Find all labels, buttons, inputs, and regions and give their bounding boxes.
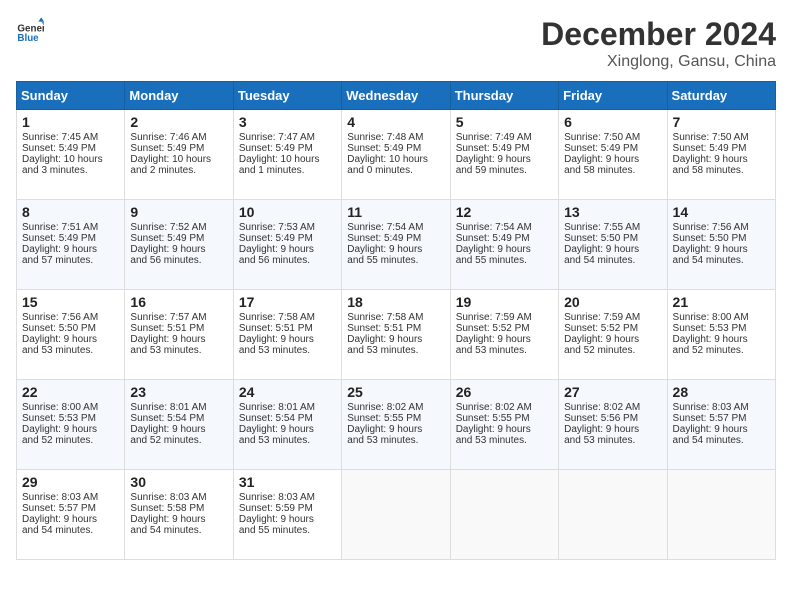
calendar-cell: 26 Sunrise: 8:02 AM Sunset: 5:55 PM Dayl… xyxy=(450,380,558,470)
logo: General Blue xyxy=(16,16,44,44)
calendar-week-row: 15 Sunrise: 7:56 AM Sunset: 5:50 PM Dayl… xyxy=(17,290,776,380)
header-monday: Monday xyxy=(125,82,233,110)
calendar-cell: 8 Sunrise: 7:51 AM Sunset: 5:49 PM Dayli… xyxy=(17,200,125,290)
calendar-cell xyxy=(667,470,775,560)
calendar-cell: 21 Sunrise: 8:00 AM Sunset: 5:53 PM Dayl… xyxy=(667,290,775,380)
title-block: December 2024 Xinglong, Gansu, China xyxy=(541,16,776,71)
header-saturday: Saturday xyxy=(667,82,775,110)
header-thursday: Thursday xyxy=(450,82,558,110)
calendar-cell: 20 Sunrise: 7:59 AM Sunset: 5:52 PM Dayl… xyxy=(559,290,667,380)
calendar-cell: 18 Sunrise: 7:58 AM Sunset: 5:51 PM Dayl… xyxy=(342,290,450,380)
calendar-cell: 31 Sunrise: 8:03 AM Sunset: 5:59 PM Dayl… xyxy=(233,470,341,560)
calendar-week-row: 8 Sunrise: 7:51 AM Sunset: 5:49 PM Dayli… xyxy=(17,200,776,290)
calendar-cell: 13 Sunrise: 7:55 AM Sunset: 5:50 PM Dayl… xyxy=(559,200,667,290)
calendar-cell: 28 Sunrise: 8:03 AM Sunset: 5:57 PM Dayl… xyxy=(667,380,775,470)
calendar-cell: 14 Sunrise: 7:56 AM Sunset: 5:50 PM Dayl… xyxy=(667,200,775,290)
calendar-cell: 11 Sunrise: 7:54 AM Sunset: 5:49 PM Dayl… xyxy=(342,200,450,290)
calendar-week-row: 1 Sunrise: 7:45 AM Sunset: 5:49 PM Dayli… xyxy=(17,110,776,200)
calendar-cell: 10 Sunrise: 7:53 AM Sunset: 5:49 PM Dayl… xyxy=(233,200,341,290)
header-tuesday: Tuesday xyxy=(233,82,341,110)
calendar-cell: 30 Sunrise: 8:03 AM Sunset: 5:58 PM Dayl… xyxy=(125,470,233,560)
calendar-cell: 27 Sunrise: 8:02 AM Sunset: 5:56 PM Dayl… xyxy=(559,380,667,470)
header-friday: Friday xyxy=(559,82,667,110)
calendar-week-row: 22 Sunrise: 8:00 AM Sunset: 5:53 PM Dayl… xyxy=(17,380,776,470)
calendar-cell: 19 Sunrise: 7:59 AM Sunset: 5:52 PM Dayl… xyxy=(450,290,558,380)
calendar-cell: 15 Sunrise: 7:56 AM Sunset: 5:50 PM Dayl… xyxy=(17,290,125,380)
calendar-header-row: Sunday Monday Tuesday Wednesday Thursday… xyxy=(17,82,776,110)
calendar-cell: 16 Sunrise: 7:57 AM Sunset: 5:51 PM Dayl… xyxy=(125,290,233,380)
calendar-cell: 1 Sunrise: 7:45 AM Sunset: 5:49 PM Dayli… xyxy=(17,110,125,200)
page-subtitle: Xinglong, Gansu, China xyxy=(541,53,776,71)
header-sunday: Sunday xyxy=(17,82,125,110)
header-wednesday: Wednesday xyxy=(342,82,450,110)
calendar-cell: 22 Sunrise: 8:00 AM Sunset: 5:53 PM Dayl… xyxy=(17,380,125,470)
calendar-week-row: 29 Sunrise: 8:03 AM Sunset: 5:57 PM Dayl… xyxy=(17,470,776,560)
calendar-cell: 2 Sunrise: 7:46 AM Sunset: 5:49 PM Dayli… xyxy=(125,110,233,200)
calendar-cell: 23 Sunrise: 8:01 AM Sunset: 5:54 PM Dayl… xyxy=(125,380,233,470)
page-header: General Blue December 2024 Xinglong, Gan… xyxy=(16,16,776,71)
calendar-cell xyxy=(450,470,558,560)
calendar-cell: 3 Sunrise: 7:47 AM Sunset: 5:49 PM Dayli… xyxy=(233,110,341,200)
calendar-cell: 9 Sunrise: 7:52 AM Sunset: 5:49 PM Dayli… xyxy=(125,200,233,290)
svg-text:Blue: Blue xyxy=(17,33,39,44)
logo-icon: General Blue xyxy=(16,16,44,44)
calendar-cell: 17 Sunrise: 7:58 AM Sunset: 5:51 PM Dayl… xyxy=(233,290,341,380)
calendar-cell: 5 Sunrise: 7:49 AM Sunset: 5:49 PM Dayli… xyxy=(450,110,558,200)
calendar-cell xyxy=(342,470,450,560)
calendar-cell: 29 Sunrise: 8:03 AM Sunset: 5:57 PM Dayl… xyxy=(17,470,125,560)
page-title: December 2024 xyxy=(541,16,776,53)
calendar-cell: 6 Sunrise: 7:50 AM Sunset: 5:49 PM Dayli… xyxy=(559,110,667,200)
calendar-cell xyxy=(559,470,667,560)
calendar-cell: 24 Sunrise: 8:01 AM Sunset: 5:54 PM Dayl… xyxy=(233,380,341,470)
calendar-cell: 25 Sunrise: 8:02 AM Sunset: 5:55 PM Dayl… xyxy=(342,380,450,470)
calendar-cell: 7 Sunrise: 7:50 AM Sunset: 5:49 PM Dayli… xyxy=(667,110,775,200)
calendar-cell: 4 Sunrise: 7:48 AM Sunset: 5:49 PM Dayli… xyxy=(342,110,450,200)
calendar-table: Sunday Monday Tuesday Wednesday Thursday… xyxy=(16,81,776,560)
calendar-cell: 12 Sunrise: 7:54 AM Sunset: 5:49 PM Dayl… xyxy=(450,200,558,290)
